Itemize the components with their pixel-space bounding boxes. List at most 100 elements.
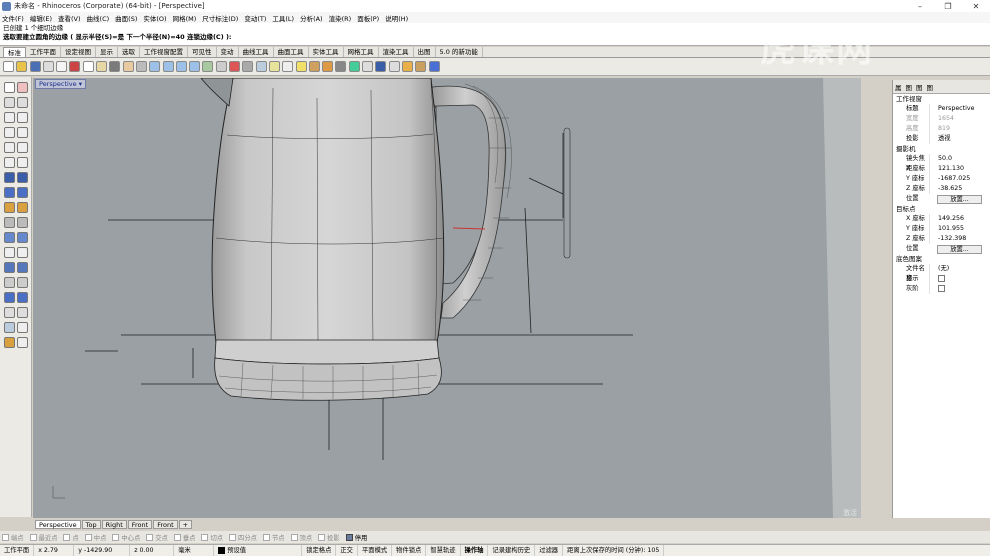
prop-cam-z-value[interactable]: -38.625 (929, 184, 990, 194)
analyze-icon[interactable] (4, 337, 15, 348)
shaded-sphere-icon[interactable] (362, 61, 374, 72)
prop-cam-x-value[interactable]: 121.130 (929, 164, 990, 174)
copy-icon[interactable] (82, 61, 94, 72)
tab-new-in-v5[interactable]: 5.0 的新功能 (436, 47, 483, 57)
pan-hand-icon[interactable] (122, 61, 134, 72)
zoom-selected-icon[interactable] (189, 61, 201, 72)
chevron-down-icon[interactable]: ▾ (79, 80, 82, 88)
explode-icon[interactable] (17, 262, 28, 273)
camera-place-button[interactable]: 放置... (937, 195, 982, 204)
menu-analyze[interactable]: 分析(A) (300, 13, 323, 23)
osnap-disable[interactable]: 停用 (345, 533, 367, 542)
zoom-extents-icon[interactable] (175, 61, 187, 72)
menu-tools[interactable]: 工具(L) (272, 13, 294, 23)
mesh-icon[interactable] (4, 217, 15, 228)
rotate-icon[interactable] (4, 292, 15, 303)
osnap-point-checkbox[interactable] (63, 533, 71, 541)
undo-view-icon[interactable] (202, 61, 214, 72)
tab-properties[interactable]: 属 (895, 82, 902, 92)
menu-solid[interactable]: 实体(O) (143, 13, 166, 23)
osnap-mid-checkbox[interactable] (84, 533, 92, 541)
tab-select[interactable]: 选取 (118, 47, 140, 57)
arc-icon[interactable] (4, 142, 15, 153)
status-ortho[interactable]: 正交 (336, 545, 358, 556)
status-planar[interactable]: 平面模式 (358, 545, 393, 556)
select-arrow-icon[interactable] (4, 82, 15, 93)
vptab-top[interactable]: Top (81, 520, 101, 529)
osnap-knot-checkbox[interactable] (262, 533, 270, 541)
menu-view[interactable]: 查看(V) (58, 13, 81, 23)
copy-object-icon[interactable] (17, 277, 28, 288)
status-gumball[interactable]: 操作轴 (461, 545, 489, 556)
document-properties-icon[interactable] (56, 61, 68, 72)
rotate-view-icon[interactable] (135, 61, 147, 72)
paste-icon[interactable] (96, 61, 108, 72)
status-filter[interactable]: 过滤器 (535, 545, 564, 556)
polyline-icon[interactable] (17, 97, 28, 108)
tab-visibility[interactable]: 可见性 (188, 47, 217, 57)
zoom-target-icon[interactable] (255, 61, 267, 72)
prop-title-value[interactable]: Perspective (929, 104, 990, 114)
prop-cam-y-value[interactable]: -1687.025 (929, 174, 990, 184)
menu-file[interactable]: 文件(F) (2, 13, 24, 23)
boolean-icon[interactable] (17, 217, 28, 228)
osnap-cen-checkbox[interactable] (112, 533, 120, 541)
prop-projection-select[interactable]: 透视 (929, 134, 990, 144)
status-unit[interactable]: 毫米 (174, 545, 215, 556)
tab-drafting[interactable]: 出图 (414, 47, 436, 57)
scale-icon[interactable] (17, 292, 28, 303)
render-icon[interactable] (17, 337, 28, 348)
status-layer[interactable]: 预设值 (214, 545, 303, 556)
rectangle-icon[interactable] (17, 142, 28, 153)
tab-curve-tools[interactable]: 曲线工具 (239, 47, 274, 57)
osnap-end[interactable]: 端点 (2, 533, 24, 542)
prop-tgt-z-value[interactable]: -132.398 (929, 234, 990, 244)
osnap-knot[interactable]: 节点 (262, 533, 285, 542)
kettle-model[interactable] (33, 78, 861, 518)
menu-mesh[interactable]: 网格(M) (173, 13, 197, 23)
zoom-window-icon[interactable] (162, 61, 174, 72)
chamfer-icon[interactable] (17, 232, 28, 243)
tab-solid-tools[interactable]: 实体工具 (309, 47, 344, 57)
extrude-icon[interactable] (17, 172, 28, 183)
surface-icon[interactable] (4, 172, 15, 183)
osnap-quad-checkbox[interactable] (229, 533, 237, 541)
osnap-disable-checkbox[interactable] (345, 533, 353, 541)
grayscale-checkbox[interactable] (938, 284, 945, 292)
menu-help[interactable]: 说明(H) (385, 13, 408, 23)
prop-lens-value[interactable]: 50.0 (929, 154, 990, 164)
osnap-perp-checkbox[interactable] (173, 533, 181, 541)
four-viewports-icon[interactable] (215, 61, 227, 72)
vptab-perspective[interactable]: Perspective (35, 520, 81, 529)
osnap-end-checkbox[interactable] (2, 533, 9, 541)
tab-layers[interactable]: 图 (906, 82, 913, 92)
join-icon[interactable] (4, 262, 15, 273)
status-smarttrack[interactable]: 智慧轨迹 (426, 545, 461, 556)
fillet-icon[interactable] (4, 232, 15, 243)
cplane-icon[interactable] (229, 61, 241, 72)
tab-mesh-tools[interactable]: 网格工具 (344, 47, 379, 57)
osnap-int[interactable]: 交点 (146, 533, 168, 542)
toolbox-icon[interactable] (415, 61, 427, 72)
add-viewport-tab-icon[interactable]: + (178, 520, 193, 529)
undo-icon[interactable] (109, 61, 121, 72)
tab-display[interactable]: 图 (916, 82, 923, 92)
open-file-icon[interactable] (16, 61, 28, 72)
cut-icon[interactable] (69, 61, 81, 72)
minimize-button[interactable]: – (906, 2, 934, 11)
osnap-vertex[interactable]: 顶点 (290, 533, 312, 542)
trim-icon[interactable] (4, 247, 15, 258)
menu-curve[interactable]: 曲线(C) (87, 13, 110, 23)
sphere-solid-icon[interactable] (17, 202, 28, 213)
sweep-icon[interactable] (17, 187, 28, 198)
zoom-icon[interactable] (149, 61, 161, 72)
lock-icon[interactable] (308, 61, 320, 72)
osnap-quad[interactable]: 四分点 (229, 533, 257, 542)
viewport-properties-icon[interactable] (242, 61, 254, 72)
target-place-button[interactable]: 放置... (937, 245, 982, 254)
mirror-icon[interactable] (17, 307, 28, 318)
new-file-icon[interactable] (3, 61, 14, 72)
polygon-icon[interactable] (4, 157, 15, 168)
move-icon[interactable] (4, 277, 15, 288)
menu-transform[interactable]: 变动(T) (244, 13, 266, 23)
